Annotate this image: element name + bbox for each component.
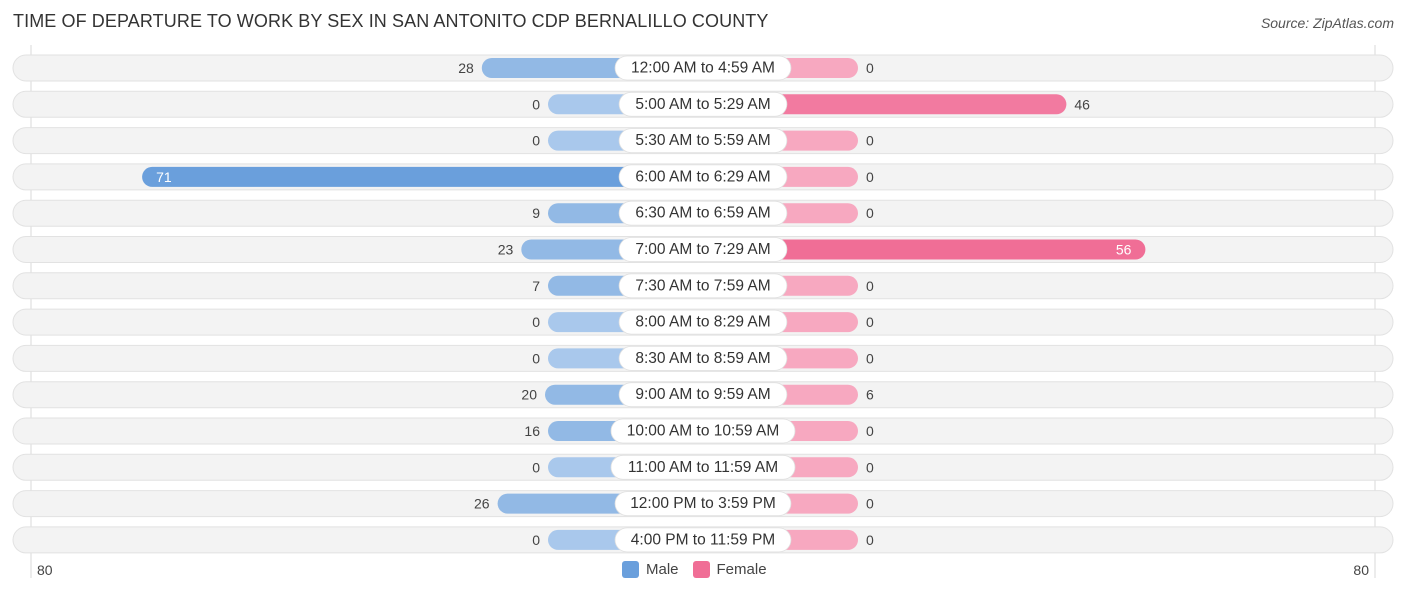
value-label-female: 0 bbox=[866, 459, 874, 475]
category-label: 9:00 AM to 9:59 AM bbox=[635, 386, 770, 403]
legend-swatch-male bbox=[622, 561, 639, 578]
value-label-female: 0 bbox=[866, 423, 874, 439]
value-label-male: 0 bbox=[532, 532, 540, 548]
legend-label-female: Female bbox=[716, 561, 767, 578]
legend: Male Female bbox=[622, 561, 781, 578]
category-label: 5:30 AM to 5:59 AM bbox=[635, 132, 770, 149]
category-label: 4:00 PM to 11:59 PM bbox=[631, 531, 775, 548]
category-label: 7:30 AM to 7:59 AM bbox=[635, 277, 770, 294]
value-label-male: 9 bbox=[532, 205, 540, 221]
category-label: 12:00 PM to 3:59 PM bbox=[630, 495, 776, 512]
value-label-female: 56 bbox=[1116, 242, 1132, 258]
value-label-male: 71 bbox=[156, 169, 172, 185]
value-label-female: 0 bbox=[866, 169, 874, 185]
axis-label-left: 80 bbox=[37, 562, 53, 578]
chart-canvas: 28 0 12:00 AM to 4:59 AM 0 46 5:00 AM to 5:29… bbox=[12, 45, 1394, 578]
legend-label-male: Male bbox=[646, 561, 679, 578]
axis-label-right: 80 bbox=[1353, 562, 1369, 578]
value-label-female: 0 bbox=[866, 314, 874, 330]
value-label-male: 0 bbox=[532, 96, 540, 112]
value-label-female: 0 bbox=[866, 133, 874, 149]
value-label-male: 28 bbox=[458, 60, 474, 76]
value-label-female: 0 bbox=[866, 350, 874, 366]
value-label-male: 7 bbox=[532, 278, 540, 294]
legend-item-female[interactable]: Female bbox=[692, 561, 767, 578]
value-label-male: 0 bbox=[532, 133, 540, 149]
category-label: 12:00 AM to 4:59 AM bbox=[631, 60, 775, 77]
value-label-female: 0 bbox=[866, 60, 874, 76]
value-label-female: 0 bbox=[866, 496, 874, 512]
value-label-female: 6 bbox=[866, 387, 874, 403]
category-label: 6:00 AM to 6:29 AM bbox=[635, 168, 770, 185]
category-label: 11:00 AM to 11:59 AM bbox=[628, 459, 778, 476]
value-label-female: 0 bbox=[866, 532, 874, 548]
category-label: 6:30 AM to 6:59 AM bbox=[635, 205, 770, 222]
category-label: 7:00 AM to 7:29 AM bbox=[635, 241, 770, 258]
value-label-male: 20 bbox=[521, 387, 537, 403]
value-label-male: 16 bbox=[524, 423, 540, 439]
category-label: 8:00 AM to 8:29 AM bbox=[635, 314, 770, 331]
value-label-male: 26 bbox=[474, 496, 490, 512]
value-label-female: 46 bbox=[1074, 96, 1090, 112]
value-label-female: 0 bbox=[866, 278, 874, 294]
category-label: 10:00 AM to 10:59 AM bbox=[627, 423, 780, 440]
value-label-female: 0 bbox=[866, 205, 874, 221]
category-label: 8:30 AM to 8:59 AM bbox=[635, 350, 770, 367]
category-label: 5:00 AM to 5:29 AM bbox=[635, 96, 770, 113]
value-label-male: 0 bbox=[532, 459, 540, 475]
legend-item-male[interactable]: Male bbox=[622, 561, 679, 578]
value-label-male: 23 bbox=[498, 242, 514, 258]
value-label-male: 0 bbox=[532, 350, 540, 366]
value-label-male: 0 bbox=[532, 314, 540, 330]
legend-swatch-female bbox=[692, 561, 710, 578]
